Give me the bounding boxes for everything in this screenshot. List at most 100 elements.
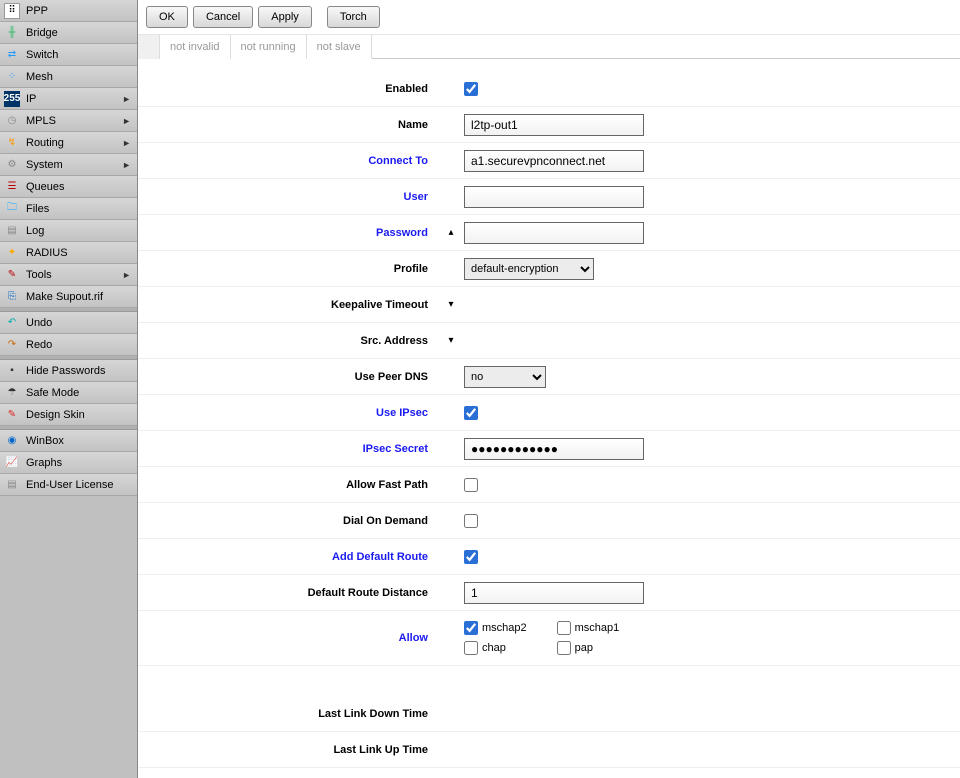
graphs-icon: 📈 [4, 455, 20, 471]
sidebar-item-redo[interactable]: ↷Redo [0, 334, 137, 356]
src-address-label: Src. Address [138, 335, 438, 347]
row-allow-fast-path: Allow Fast Path [138, 467, 960, 503]
user-label: User [138, 191, 438, 203]
files-icon: 🗀 [4, 201, 20, 217]
allow-mschap1[interactable]: mschap1 [557, 621, 620, 635]
row-use-peer-dns: Use Peer DNS no [138, 359, 960, 395]
sidebar-menu-undo: ↶Undo ↷Redo [0, 312, 137, 356]
cancel-button[interactable]: Cancel [193, 6, 253, 28]
flag-blank [138, 35, 160, 59]
ipsec-secret-input[interactable] [464, 438, 644, 460]
allow-pap[interactable]: pap [557, 641, 620, 655]
allow-fast-path-checkbox[interactable] [464, 478, 478, 492]
allow-fast-path-label: Allow Fast Path [138, 479, 438, 491]
sidebar-menu-main: ⠿PPP ╫Bridge ⇄Switch ⁘Mesh 255IP► ◷MPLS►… [0, 0, 137, 308]
keepalive-expand-toggle[interactable]: ▾ [438, 299, 464, 310]
sidebar-item-graphs[interactable]: 📈Graphs [0, 452, 137, 474]
allow-mschap2[interactable]: mschap2 [464, 621, 527, 635]
row-add-default-route: Add Default Route [138, 539, 960, 575]
use-peer-dns-label: Use Peer DNS [138, 371, 438, 383]
last-link-up-label: Last Link Up Time [138, 744, 438, 756]
enabled-checkbox[interactable] [464, 82, 478, 96]
mesh-icon: ⁘ [4, 69, 20, 85]
default-route-distance-input[interactable] [464, 582, 644, 604]
supout-icon: ⎘ [4, 289, 20, 305]
sidebar: ⠿PPP ╫Bridge ⇄Switch ⁘Mesh 255IP► ◷MPLS►… [0, 0, 138, 778]
sidebar-item-system[interactable]: ⚙System► [0, 154, 137, 176]
apply-button[interactable]: Apply [258, 6, 312, 28]
allow-label: Allow [138, 632, 438, 644]
queues-icon: ☰ [4, 179, 20, 195]
main-panel: OK Cancel Apply Torch not invalid not ru… [138, 0, 960, 778]
interface-form: Enabled Name Connect To User Password ▴ … [138, 59, 960, 778]
sidebar-item-routing[interactable]: ↯Routing► [0, 132, 137, 154]
allow-chap-checkbox[interactable] [464, 641, 478, 655]
password-input[interactable] [464, 222, 644, 244]
last-link-down-label: Last Link Down Time [138, 708, 438, 720]
switch-icon: ⇄ [4, 47, 20, 63]
row-name: Name [138, 107, 960, 143]
connect-to-input[interactable] [464, 150, 644, 172]
torch-button[interactable]: Torch [327, 6, 380, 28]
sidebar-item-supout[interactable]: ⎘Make Supout.rif [0, 286, 137, 308]
submenu-arrow-icon: ► [122, 94, 131, 104]
sidebar-item-safe-mode[interactable]: ☂Safe Mode [0, 382, 137, 404]
connect-to-label: Connect To [138, 155, 438, 167]
ip-icon: 255 [4, 91, 20, 107]
sidebar-item-mesh[interactable]: ⁘Mesh [0, 66, 137, 88]
tools-icon: ✎ [4, 267, 20, 283]
allow-pap-checkbox[interactable] [557, 641, 571, 655]
flag-not-slave: not slave [307, 35, 372, 59]
ppp-icon: ⠿ [4, 3, 20, 19]
radius-icon: ✦ [4, 245, 20, 261]
row-use-ipsec: Use IPsec [138, 395, 960, 431]
row-keepalive: Keepalive Timeout ▾ [138, 287, 960, 323]
default-route-distance-label: Default Route Distance [138, 587, 438, 599]
add-default-route-checkbox[interactable] [464, 550, 478, 564]
sidebar-item-hide-passwords[interactable]: ▪Hide Passwords [0, 360, 137, 382]
skin-icon: ✎ [4, 407, 20, 423]
sidebar-item-design-skin[interactable]: ✎Design Skin [0, 404, 137, 426]
allow-mschap2-checkbox[interactable] [464, 621, 478, 635]
sidebar-item-mpls[interactable]: ◷MPLS► [0, 110, 137, 132]
password-collapse-toggle[interactable]: ▴ [438, 227, 464, 238]
ok-button[interactable]: OK [146, 6, 188, 28]
use-ipsec-checkbox[interactable] [464, 406, 478, 420]
src-address-expand-toggle[interactable]: ▾ [438, 335, 464, 346]
add-default-route-label: Add Default Route [138, 551, 438, 563]
sidebar-item-ppp[interactable]: ⠿PPP [0, 0, 137, 22]
sidebar-item-winbox[interactable]: ◉WinBox [0, 430, 137, 452]
flag-not-invalid: not invalid [160, 35, 231, 59]
log-icon: ▤ [4, 223, 20, 239]
sidebar-item-radius[interactable]: ✦RADIUS [0, 242, 137, 264]
sidebar-menu-bottom: ◉WinBox 📈Graphs ▤End-User License [0, 430, 137, 496]
name-input[interactable] [464, 114, 644, 136]
redo-icon: ↷ [4, 337, 20, 353]
sidebar-item-undo[interactable]: ↶Undo [0, 312, 137, 334]
sidebar-item-log[interactable]: ▤Log [0, 220, 137, 242]
submenu-arrow-icon: ► [122, 270, 131, 280]
row-user: User [138, 179, 960, 215]
sidebar-item-eul[interactable]: ▤End-User License [0, 474, 137, 496]
sidebar-item-ip[interactable]: 255IP► [0, 88, 137, 110]
sidebar-item-queues[interactable]: ☰Queues [0, 176, 137, 198]
flag-not-running: not running [231, 35, 307, 59]
allow-chap[interactable]: chap [464, 641, 527, 655]
user-input[interactable] [464, 186, 644, 208]
sidebar-item-files[interactable]: 🗀Files [0, 198, 137, 220]
safe-icon: ☂ [4, 385, 20, 401]
row-src-address: Src. Address ▾ [138, 323, 960, 359]
row-connect-to: Connect To [138, 143, 960, 179]
dial-on-demand-label: Dial On Demand [138, 515, 438, 527]
profile-select[interactable]: default-encryption [464, 258, 594, 280]
dial-on-demand-checkbox[interactable] [464, 514, 478, 528]
sidebar-item-tools[interactable]: ✎Tools► [0, 264, 137, 286]
row-password: Password ▴ [138, 215, 960, 251]
submenu-arrow-icon: ► [122, 160, 131, 170]
sidebar-item-bridge[interactable]: ╫Bridge [0, 22, 137, 44]
allow-auth-grid: mschap2 mschap1 chap pap [464, 621, 619, 655]
sidebar-item-switch[interactable]: ⇄Switch [0, 44, 137, 66]
allow-mschap1-checkbox[interactable] [557, 621, 571, 635]
use-peer-dns-select[interactable]: no [464, 366, 546, 388]
use-ipsec-label: Use IPsec [138, 407, 438, 419]
